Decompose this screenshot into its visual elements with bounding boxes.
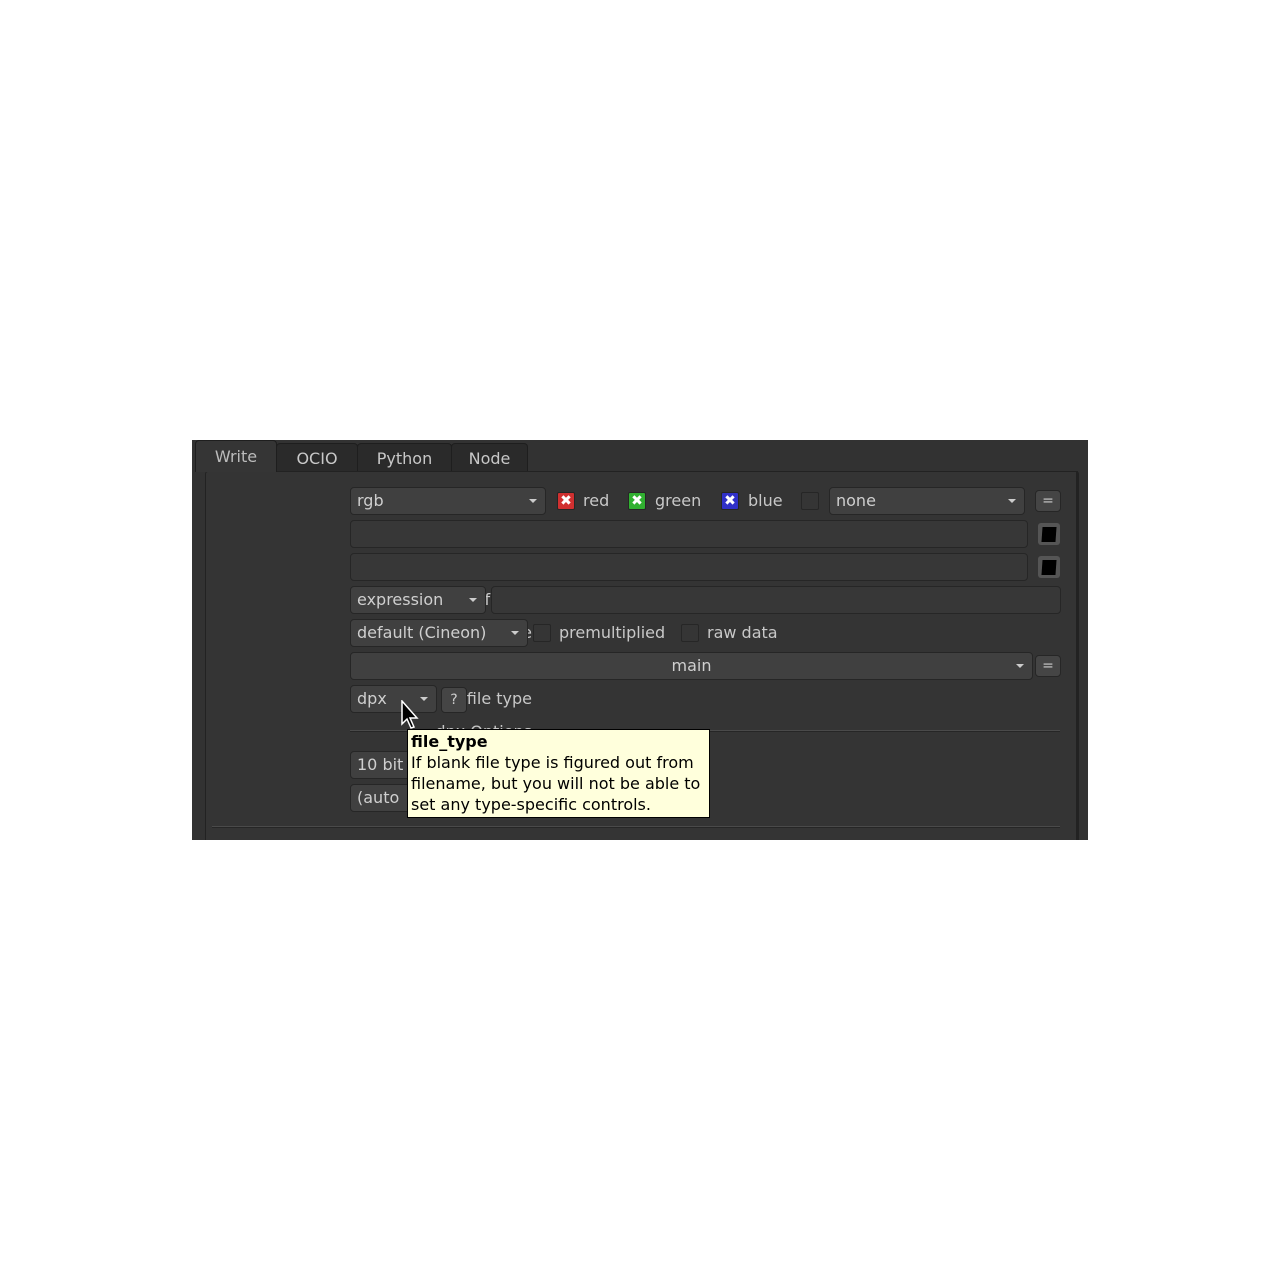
frame-expression-input[interactable] [491,586,1061,614]
blue-label: blue [748,491,783,510]
colorspace-value: default (Cineon) [357,623,487,642]
file-type-tooltip: file_type If blank file type is figured … [407,729,710,818]
file-type-dropdown[interactable]: dpx [350,685,437,713]
raw-data-checkbox[interactable] [681,624,699,642]
tab-python[interactable]: Python [357,443,452,471]
proxy-browse-folder-icon[interactable] [1038,556,1060,578]
channels-link-button[interactable]: = [1035,490,1061,512]
file-input[interactable] [350,520,1028,548]
extra-channel-checkbox[interactable] [801,492,819,510]
green-label: green [655,491,702,510]
chevron-down-icon [1016,664,1024,668]
tooltip-body: If blank file type is figured out from f… [411,753,701,814]
frame-mode-dropdown[interactable]: expression [350,586,486,614]
views-link-button[interactable]: = [1035,655,1061,677]
tab-ocio[interactable]: OCIO [276,443,358,471]
frame-mode-value: expression [357,590,444,609]
premultiplied-checkbox[interactable] [533,624,551,642]
file-type-help-button[interactable]: ? [441,687,467,713]
channels-value: rgb [357,491,384,510]
file-type-value: dpx [357,689,387,708]
blue-checkbox[interactable]: ✖ [721,492,739,510]
premultiplied-label: premultiplied [559,623,666,642]
views-dropdown[interactable]: main [350,652,1033,680]
red-checkbox[interactable]: ✖ [557,492,575,510]
chevron-down-icon [511,631,519,635]
proxy-input[interactable] [350,553,1028,581]
red-label: red [583,491,610,510]
transfer-value: (auto [357,788,400,807]
tab-write[interactable]: Write [195,440,277,472]
channels-dropdown[interactable]: rgb [350,487,546,515]
file-browse-folder-icon[interactable] [1038,523,1060,545]
green-checkbox[interactable]: ✖ [628,492,646,510]
chevron-down-icon [529,499,537,503]
extra-channel-dropdown[interactable]: none [829,487,1025,515]
raw-data-label: raw data [707,623,778,642]
colorspace-dropdown[interactable]: default (Cineon) [350,619,528,647]
extra-channel-value: none [836,491,876,510]
chevron-down-icon [1008,499,1016,503]
scrollbar-edge [1076,471,1078,840]
views-value: main [671,656,712,675]
mouse-cursor-icon [401,700,419,729]
tab-node[interactable]: Node [451,443,528,471]
chevron-down-icon [469,598,477,602]
tooltip-title: file_type [411,732,488,751]
section-divider [212,826,1060,828]
datatype-value: 10 bit [357,755,404,774]
